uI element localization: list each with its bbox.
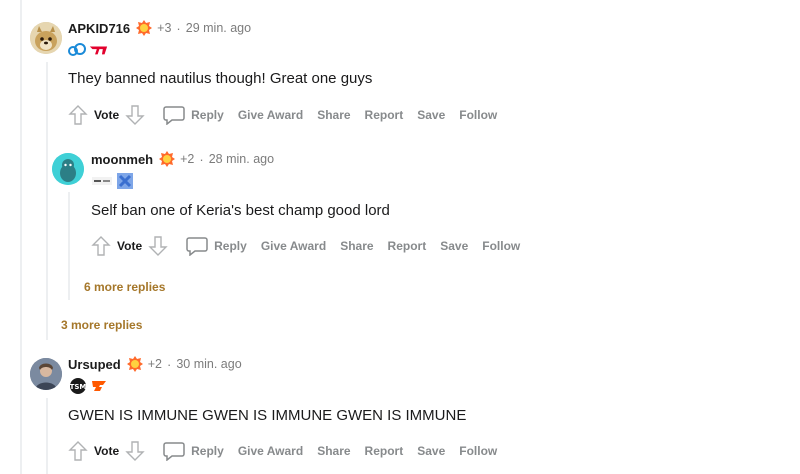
vote-count: Vote [117, 239, 143, 253]
reply-label: Reply [191, 444, 224, 458]
timestamp[interactable]: 28 min. ago [209, 152, 274, 166]
doge-avatar-icon [30, 22, 62, 54]
share-button[interactable]: Share [340, 239, 373, 253]
share-button[interactable]: Share [317, 444, 350, 458]
more-replies-top-link[interactable]: 3 more replies [61, 318, 142, 332]
thread-line-comment-2[interactable] [68, 192, 70, 300]
user-photo-avatar-icon [30, 358, 62, 390]
give-award-button[interactable]: Give Award [238, 108, 303, 122]
vote-count: Vote [94, 108, 120, 122]
avatar[interactable] [30, 358, 62, 390]
upvote-icon[interactable] [68, 104, 88, 126]
award-icon[interactable] [135, 19, 153, 37]
downvote-icon[interactable] [125, 104, 145, 126]
comment-bubble-icon [186, 237, 208, 256]
reply-button[interactable]: Reply [163, 441, 224, 461]
username[interactable]: Ursuped [68, 357, 121, 372]
timestamp[interactable]: 29 min. ago [186, 21, 251, 35]
report-button[interactable]: Report [365, 108, 404, 122]
thread-line-root[interactable] [20, 0, 22, 474]
reply-label: Reply [191, 108, 224, 122]
separator-dot: · [176, 20, 181, 36]
award-count[interactable]: +2 [180, 152, 194, 166]
comment-body: They banned nautilus though! Great one g… [68, 70, 373, 87]
reply-button[interactable]: Reply [163, 105, 224, 125]
upvote-icon[interactable] [91, 235, 111, 257]
vote-count: Vote [94, 444, 120, 458]
reply-button[interactable]: Reply [186, 236, 247, 256]
follow-button[interactable]: Follow [459, 108, 497, 122]
separator-dot: · [167, 356, 172, 372]
comment-body: Self ban one of Keria's best champ good … [91, 202, 390, 219]
award-count[interactable]: +3 [157, 21, 171, 35]
username[interactable]: APKID716 [68, 21, 130, 36]
team-text-flair-icon [91, 172, 113, 190]
username[interactable]: moonmeh [91, 152, 153, 167]
tsm-flair-icon: TSM [68, 377, 87, 395]
avatar[interactable] [30, 22, 62, 54]
comment-bubble-icon [163, 442, 185, 461]
award-icon[interactable] [126, 355, 144, 373]
fnatic-flair-icon [89, 377, 108, 395]
upvote-icon[interactable] [68, 440, 88, 462]
comment-bubble-icon [163, 106, 185, 125]
separator-dot: · [199, 151, 204, 167]
downvote-icon[interactable] [148, 235, 168, 257]
blue-x-flair-icon [115, 172, 134, 190]
share-button[interactable]: Share [317, 108, 350, 122]
timestamp[interactable]: 30 min. ago [176, 357, 241, 371]
report-button[interactable]: Report [365, 444, 404, 458]
t1-flair-icon [89, 41, 108, 59]
thread-line-comment-1[interactable] [46, 62, 48, 340]
thread-line-comment-3[interactable] [46, 398, 48, 474]
save-button[interactable]: Save [417, 108, 445, 122]
more-replies-nested-link[interactable]: 6 more replies [84, 280, 165, 294]
award-icon[interactable] [158, 150, 176, 168]
save-button[interactable]: Save [417, 444, 445, 458]
downvote-icon[interactable] [125, 440, 145, 462]
give-award-button[interactable]: Give Award [261, 239, 326, 253]
svg-text:TSM: TSM [69, 383, 86, 391]
cloud9-flair-icon [68, 41, 87, 59]
follow-button[interactable]: Follow [482, 239, 520, 253]
give-award-button[interactable]: Give Award [238, 444, 303, 458]
report-button[interactable]: Report [388, 239, 427, 253]
snoo-avatar-icon [52, 153, 84, 185]
award-count[interactable]: +2 [148, 357, 162, 371]
save-button[interactable]: Save [440, 239, 468, 253]
reply-label: Reply [214, 239, 247, 253]
follow-button[interactable]: Follow [459, 444, 497, 458]
avatar[interactable] [52, 153, 84, 185]
comment-body: GWEN IS IMMUNE GWEN IS IMMUNE GWEN IS IM… [68, 407, 467, 424]
